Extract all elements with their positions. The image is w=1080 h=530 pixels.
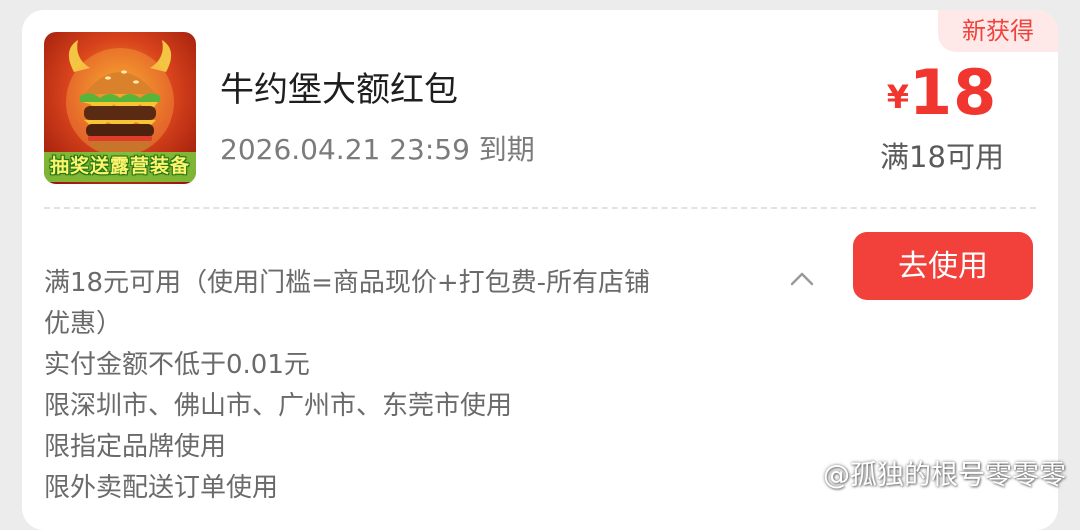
coupon-title: 牛约堡大额红包	[220, 70, 458, 110]
coupon-price: ¥18	[872, 56, 1012, 129]
thumbnail-banner-text: 抽奖送露营装备	[49, 155, 190, 177]
watermark: @孤独的根号零零零	[789, 453, 1066, 492]
coupon-expiry: 2026.04.21 23:59 到期	[220, 133, 535, 166]
use-coupon-button[interactable]: 去使用	[853, 232, 1033, 300]
rule-line: 实付金额不低于0.01元	[44, 350, 310, 380]
chevron-up-icon[interactable]	[788, 268, 816, 290]
dashed-divider	[44, 207, 1036, 209]
rule-line: 限深圳市、佛山市、广州市、东莞市使用	[44, 391, 513, 421]
rule-line: 限指定品牌使用	[44, 432, 227, 462]
currency-symbol: ¥	[886, 78, 909, 116]
coupon-amount: 18	[908, 56, 998, 129]
rule-line: 限外卖配送订单使用	[44, 473, 279, 503]
coupon-rules: 满18元可用（使用门槛=商品现价+打包费-所有店铺 优惠） 实付金额不低于0.0…	[44, 263, 764, 509]
usage-threshold: 满18可用	[880, 140, 1004, 174]
new-badge: 新获得	[938, 10, 1058, 52]
coupon-card: 抽奖送露营装备 牛约堡大额红包 2026.04.21 23:59 到期 新获得 …	[22, 10, 1058, 530]
rule-line: 优惠）	[44, 309, 123, 339]
weibo-logo-icon	[789, 463, 818, 487]
coupon-thumbnail: 抽奖送露营装备	[44, 32, 196, 184]
watermark-text: @孤独的根号零零零	[823, 460, 1066, 491]
rule-line: 满18元可用（使用门槛=商品现价+打包费-所有店铺	[44, 268, 651, 298]
